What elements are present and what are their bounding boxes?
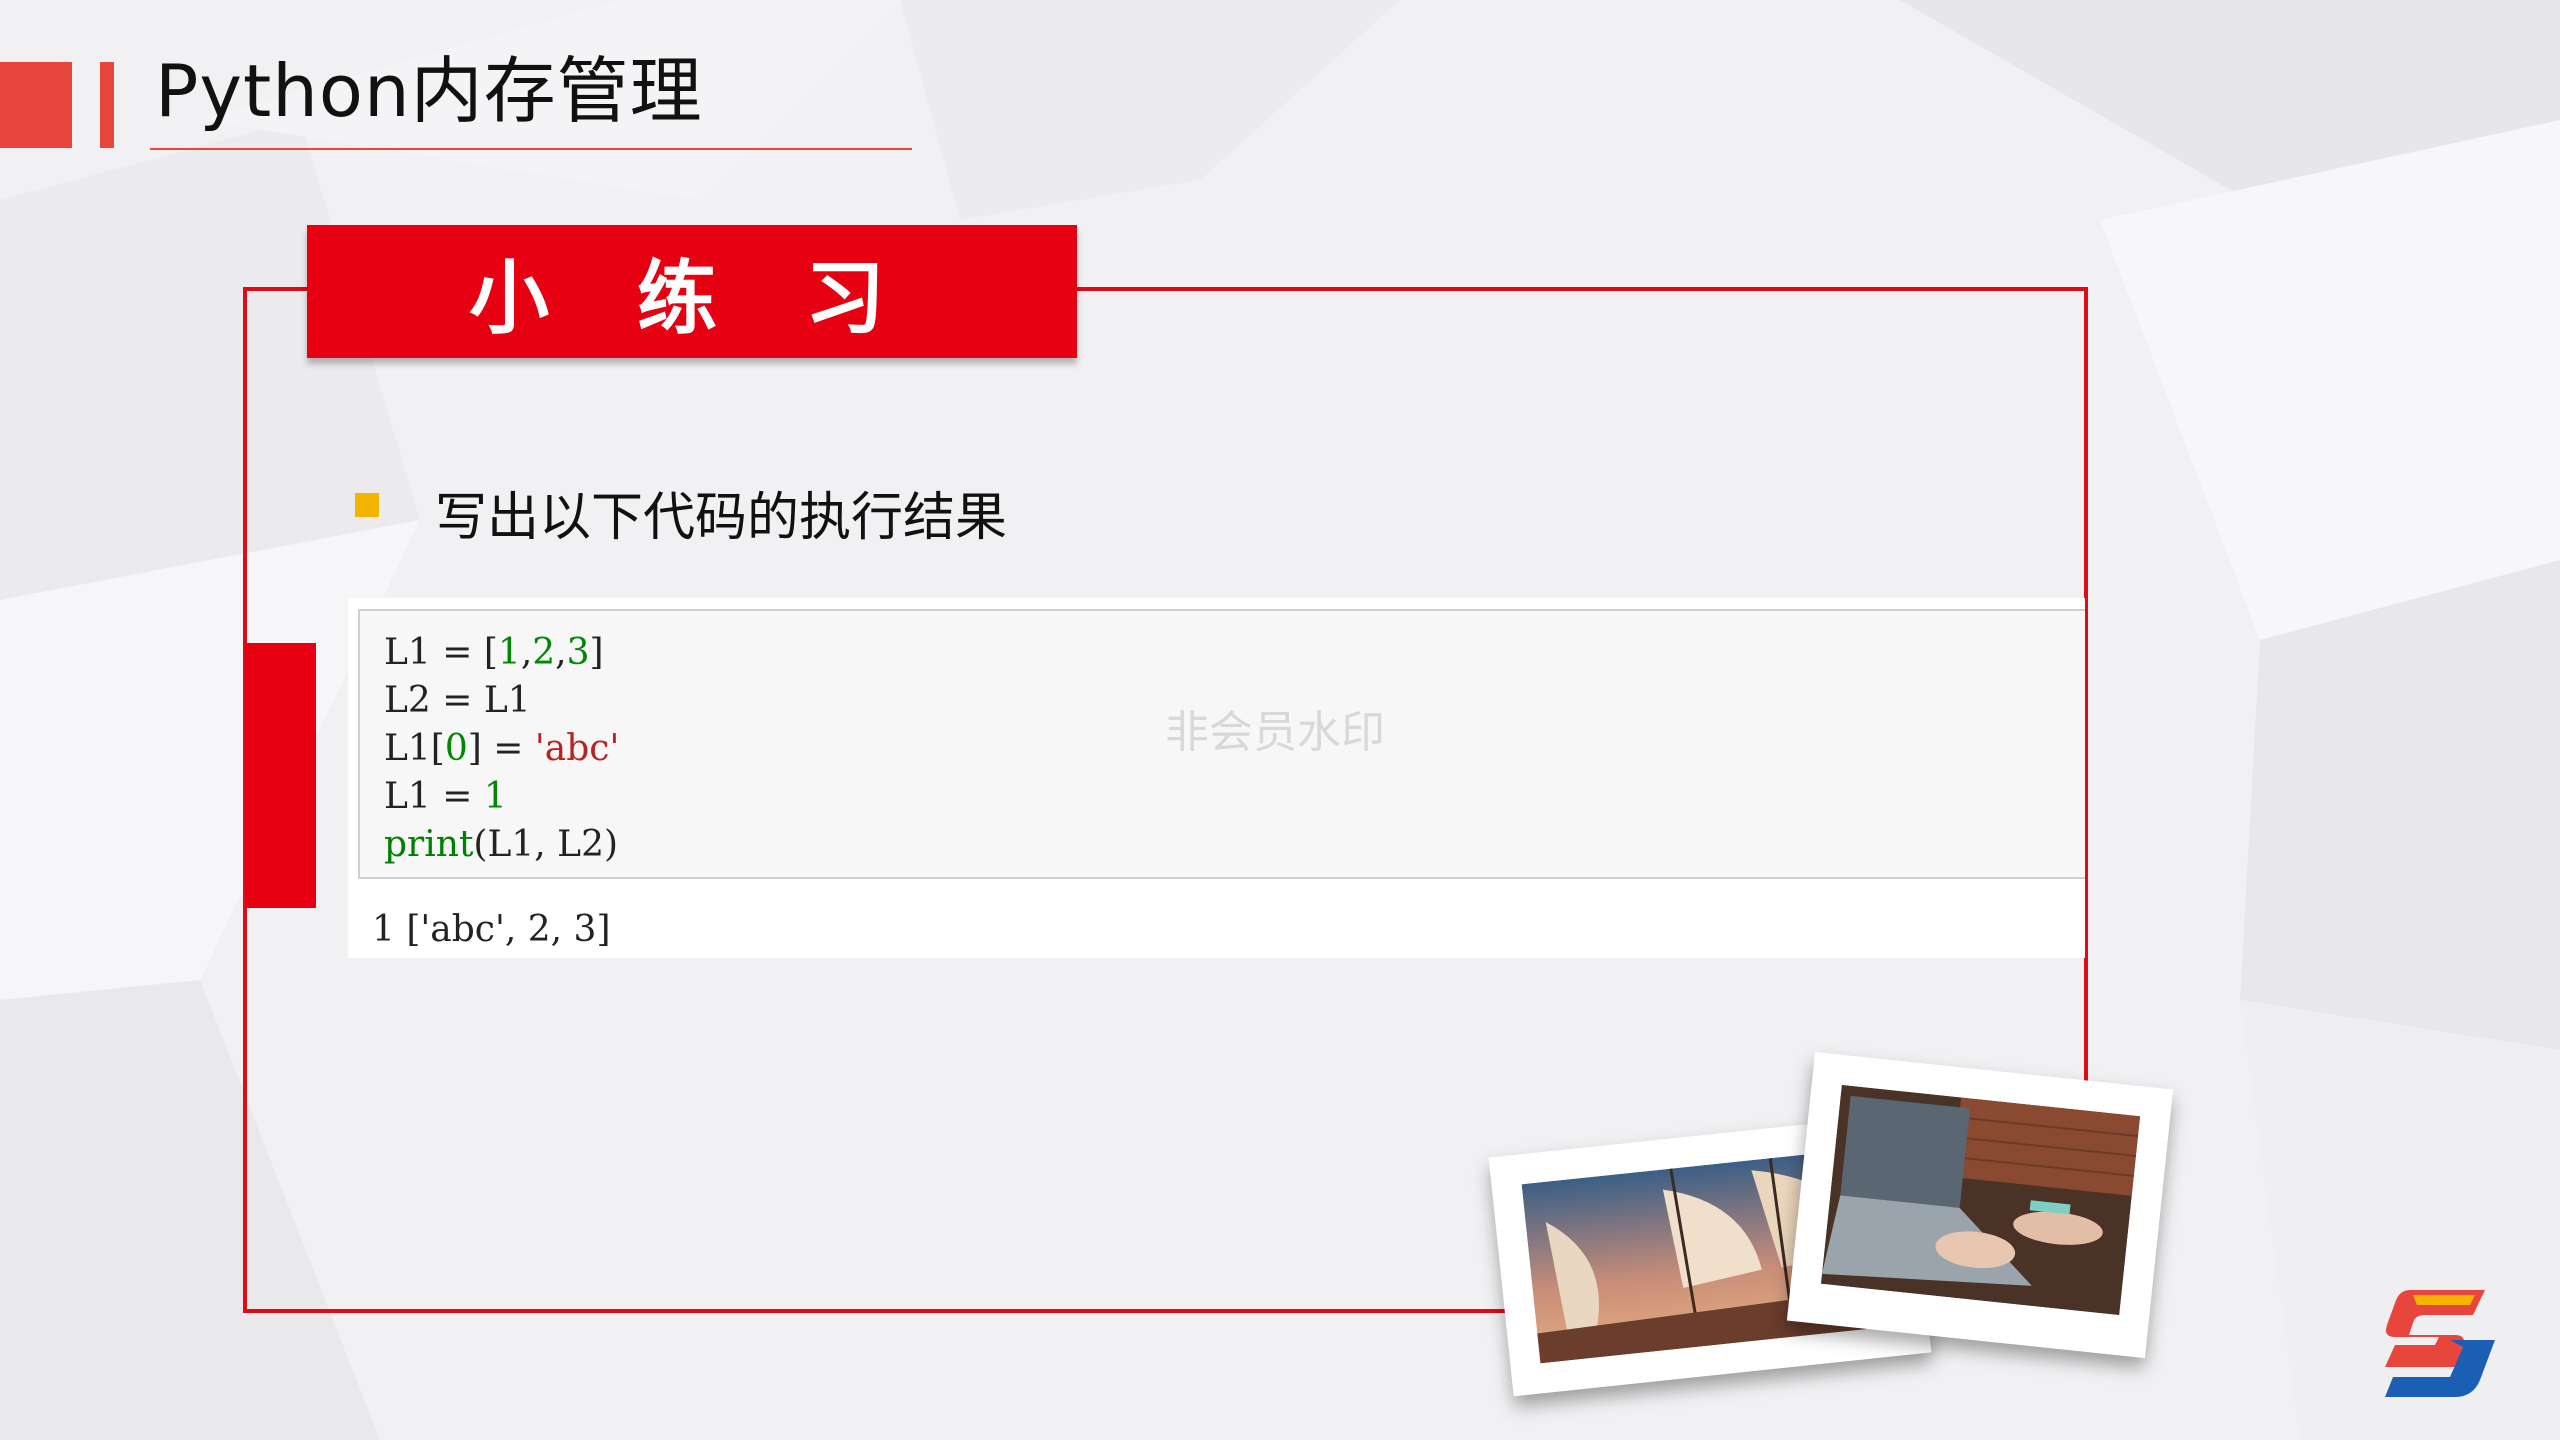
bullet-text: 写出以下代码的执行结果	[435, 488, 1008, 548]
exercise-banner: 小 练 习	[307, 225, 1077, 358]
code-line-1: L1 = [1,2,3]	[384, 632, 604, 673]
title-accent-bar	[100, 62, 114, 148]
page-title: Python内存管理	[155, 49, 703, 133]
code-line-4: L1 = 1	[384, 776, 507, 817]
watermark-text: 非会员水印	[1165, 707, 1385, 758]
sj-logo-icon	[2385, 1290, 2495, 1397]
title-accent-block	[0, 62, 72, 148]
exercise-heading: 小 练 习	[469, 251, 915, 345]
code-screenshot: L1 = [1,2,3] L2 = L1 L1[0] = 'abc' L1 = …	[348, 598, 2085, 958]
code-output: 1 ['abc', 2, 3]	[372, 909, 611, 950]
code-line-5: print(L1, L2)	[384, 824, 619, 865]
code-line-3: L1[0] = 'abc'	[384, 728, 620, 769]
title-underline	[150, 148, 912, 150]
bullet-marker	[355, 493, 379, 517]
code-line-2: L2 = L1	[384, 680, 531, 721]
laptop-typing-photo	[1786, 1051, 2174, 1359]
side-accent-tab	[245, 643, 316, 908]
